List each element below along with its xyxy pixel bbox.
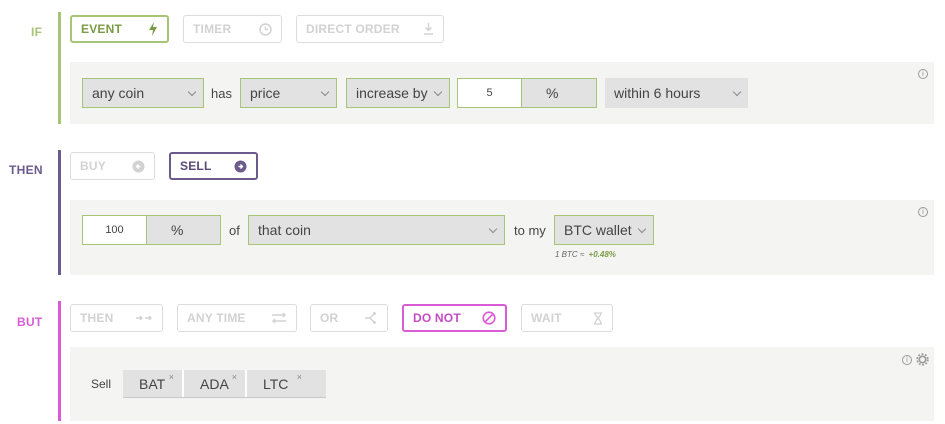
coin-chip-label: LTC (263, 375, 289, 392)
tab-then-label: THEN (80, 311, 114, 325)
unit-select-value: % (546, 85, 559, 101)
wallet-select[interactable]: BTC wallet (554, 215, 654, 245)
coin-chip-group: BAT × ADA × LTC × (123, 370, 326, 398)
then-section-label: THEN (9, 163, 43, 177)
coin-select[interactable]: any coin (82, 78, 204, 108)
close-icon[interactable]: × (232, 372, 237, 382)
tab-any-time[interactable]: ANY TIME (177, 304, 297, 332)
close-icon[interactable]: × (169, 372, 174, 382)
coin-chip[interactable]: LTC × (247, 370, 326, 397)
change-select-value: increase by (356, 85, 428, 101)
tab-do-not[interactable]: DO NOT (402, 304, 507, 332)
hourglass-icon (593, 311, 603, 325)
tab-do-not-label: DO NOT (413, 311, 461, 325)
info-icon[interactable]: i (918, 69, 928, 79)
unit-select[interactable]: % (522, 78, 597, 108)
then-section-bar (58, 150, 61, 275)
chevron-down-icon (187, 87, 197, 96)
but-section-bar (58, 301, 61, 421)
sell-unit-select-value: % (171, 222, 184, 238)
arrow-circle-right-icon (234, 160, 247, 173)
coin-chip-label: BAT (139, 375, 166, 392)
tab-sell[interactable]: SELL (169, 152, 258, 180)
coin-select-value: any coin (92, 85, 145, 101)
but-section-label: BUT (17, 315, 43, 329)
tab-timer[interactable]: TIMER (183, 15, 282, 43)
metric-select[interactable]: price (240, 78, 337, 108)
tab-then[interactable]: THEN (70, 304, 163, 332)
coin-chip-label: ADA (200, 375, 229, 392)
timeframe-select-value: within 6 hours (614, 85, 701, 101)
then-arrows-icon (135, 313, 153, 323)
branch-icon (364, 312, 378, 324)
prohibited-icon (482, 311, 496, 325)
tab-wait-label: WAIT (531, 311, 562, 325)
chevron-down-icon (320, 87, 330, 96)
tab-direct-order[interactable]: DIRECT ORDER (296, 15, 444, 43)
sell-unit-select[interactable]: % (147, 215, 221, 245)
tab-buy[interactable]: BUY (70, 152, 155, 180)
swap-arrows-icon (271, 312, 287, 324)
coin-chip[interactable]: ADA × (184, 370, 247, 397)
sell-amount-input[interactable]: 100 (82, 215, 147, 245)
arrow-circle-left-icon (132, 160, 145, 173)
chevron-down-icon (488, 224, 498, 233)
chevron-down-icon (732, 87, 742, 96)
tab-event-label: EVENT (81, 22, 123, 36)
sell-label: Sell (91, 377, 112, 391)
tab-event[interactable]: EVENT (70, 15, 169, 43)
metric-select-value: price (250, 85, 281, 101)
to-my-label: to my (514, 223, 546, 238)
info-icon[interactable]: i (918, 207, 928, 217)
gear-icon[interactable] (916, 353, 929, 371)
btc-rate-change: +0.48% (588, 250, 616, 259)
tab-wait[interactable]: WAIT (521, 304, 613, 332)
clock-icon (259, 22, 272, 36)
change-select[interactable]: increase by (346, 78, 450, 108)
wallet-select-value: BTC wallet (564, 222, 632, 238)
amount-input[interactable]: 5 (457, 78, 522, 108)
timeframe-select[interactable]: within 6 hours (605, 78, 748, 108)
tab-direct-order-label: DIRECT ORDER (306, 22, 400, 36)
if-section-bar (58, 12, 61, 124)
btc-rate-prefix: 1 BTC ≈ (555, 250, 585, 259)
chevron-down-icon (637, 224, 647, 233)
chevron-down-icon (433, 87, 443, 96)
target-coin-select-value: that coin (258, 222, 311, 238)
tab-or-label: OR (320, 311, 339, 325)
btc-rate-readout: 1 BTC ≈ +0.48% (555, 250, 616, 259)
download-icon (423, 23, 434, 35)
if-section-label: IF (31, 25, 43, 39)
tab-sell-label: SELL (180, 159, 212, 173)
bolt-icon (148, 22, 158, 36)
target-coin-select[interactable]: that coin (248, 215, 505, 245)
tab-any-time-label: ANY TIME (187, 311, 246, 325)
info-icon[interactable]: i (902, 355, 912, 365)
tab-timer-label: TIMER (193, 22, 232, 36)
tab-buy-label: BUY (80, 159, 106, 173)
coin-chip[interactable]: BAT × (123, 370, 184, 397)
has-label: has (211, 86, 232, 101)
close-icon[interactable]: × (297, 372, 302, 382)
of-label: of (229, 223, 240, 238)
tab-or[interactable]: OR (310, 304, 388, 332)
